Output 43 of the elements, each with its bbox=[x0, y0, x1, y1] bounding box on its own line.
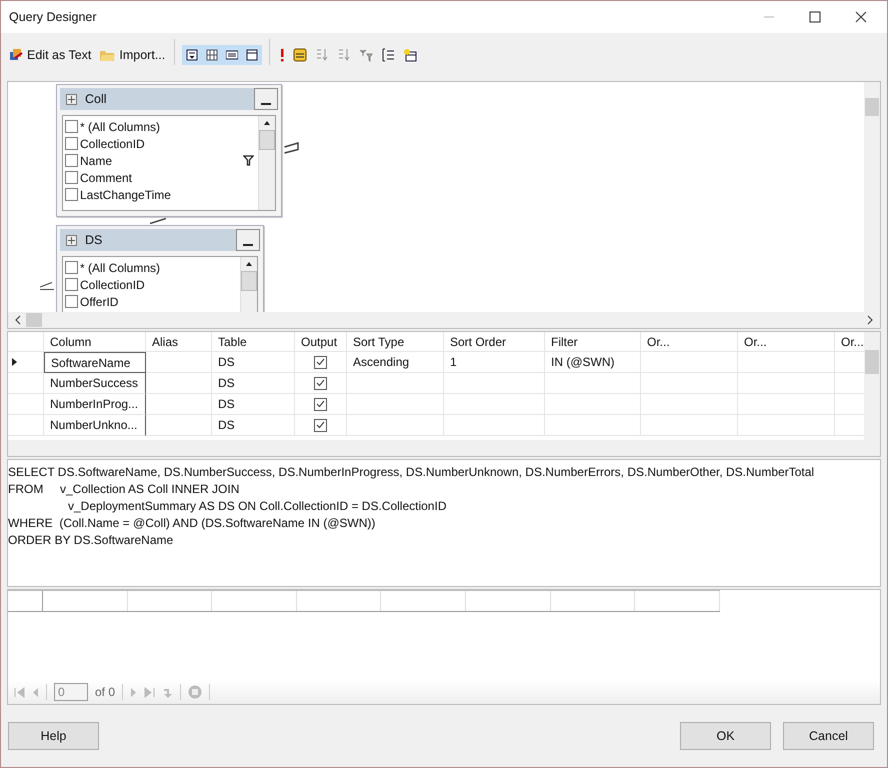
table-cell[interactable]: 1 bbox=[444, 352, 545, 373]
column-name: * (All Columns) bbox=[80, 120, 160, 134]
sql-line: SELECT DS.SoftwareName, DS.NumberSuccess, DS.NumberInProgress, DS.NumberUnknown, DS.NumberErrors, DS.NumberOther, DS.NumberTotal bbox=[8, 464, 816, 481]
table-name: Coll bbox=[85, 92, 107, 106]
sql-line: FROM v_Collection AS Coll INNER JOIN bbox=[8, 481, 240, 498]
help-button[interactable]: Help bbox=[8, 722, 99, 750]
column-name: LastChangeTime bbox=[80, 188, 171, 202]
column-name: * (All Columns) bbox=[80, 260, 160, 274]
column-header[interactable]: Alias bbox=[146, 332, 212, 352]
sql-line: WHERE (Coll.Name = @Coll) AND (DS.SoftwareName IN (@SWN)) bbox=[8, 515, 376, 532]
column-header[interactable]: Table bbox=[212, 332, 295, 352]
window-title: Query Designer bbox=[9, 10, 97, 24]
sql-line: v_DeploymentSummary AS DS ON Coll.CollectionID = DS.CollectionID bbox=[67, 498, 448, 515]
table-window[interactable]: Coll * (All Columns) CollectionID Name Comment LastChangeTime bbox=[56, 84, 282, 217]
table-cell[interactable]: SoftwareName bbox=[44, 352, 146, 373]
column-header[interactable]: Sort Order bbox=[444, 332, 545, 352]
table-cell[interactable]: DS bbox=[212, 394, 295, 415]
table-name: DS bbox=[85, 233, 102, 247]
column-name: Comment bbox=[80, 170, 132, 184]
column-name: OfferID bbox=[80, 294, 118, 308]
sql-line: ORDER BY DS.SoftwareName bbox=[8, 532, 174, 549]
page-count: of 0 bbox=[95, 685, 116, 699]
table-cell[interactable]: Ascending bbox=[347, 352, 444, 373]
edit-as-text-button[interactable]: Edit as Text bbox=[7, 46, 94, 64]
column-name: CollectionID bbox=[80, 136, 145, 150]
column-name: CollectionID bbox=[80, 278, 145, 292]
column-name: Name bbox=[80, 154, 112, 168]
ok-button[interactable]: OK bbox=[680, 722, 771, 750]
import-button[interactable]: Import... bbox=[97, 46, 168, 64]
column-header[interactable]: Or... bbox=[641, 332, 738, 352]
column-header[interactable]: Sort Type bbox=[347, 332, 444, 352]
table-cell[interactable]: DS bbox=[212, 373, 295, 394]
cancel-button[interactable]: Cancel bbox=[783, 722, 874, 750]
column-header[interactable]: Filter bbox=[545, 332, 641, 352]
table-cell[interactable]: NumberSuccess bbox=[44, 373, 146, 394]
table-cell[interactable]: DS bbox=[212, 415, 295, 436]
column-header[interactable]: Output bbox=[295, 332, 347, 352]
table-cell[interactable]: NumberInProg... bbox=[44, 394, 146, 415]
table-cell[interactable]: NumberUnkno... bbox=[44, 415, 146, 436]
table-cell[interactable]: IN (@SWN) bbox=[545, 352, 641, 373]
column-header[interactable]: Or... bbox=[738, 332, 835, 352]
table-window[interactable]: DS * (All Columns) CollectionID OfferID bbox=[56, 225, 264, 312]
table-cell[interactable]: DS bbox=[212, 352, 295, 373]
